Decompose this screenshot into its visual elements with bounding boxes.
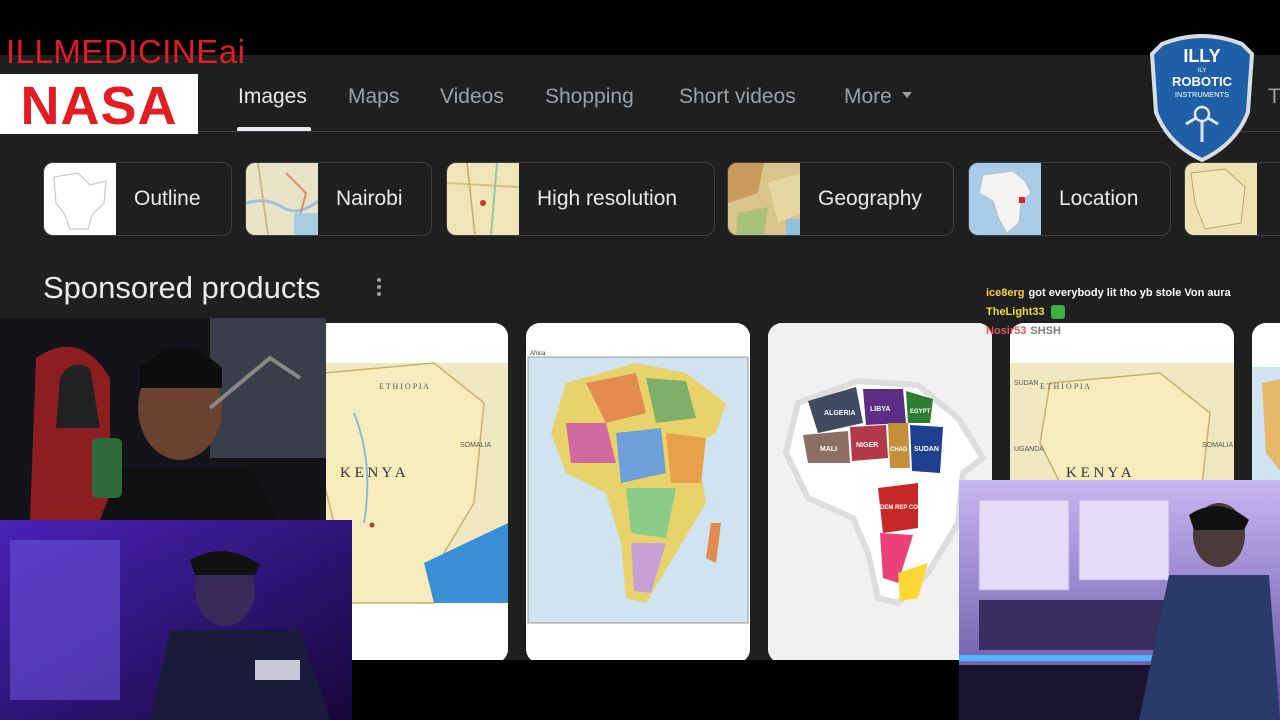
ethiopia-map-label: E T H I O P I A xyxy=(379,382,429,391)
badge-top-text: ILLY xyxy=(1183,46,1220,66)
badge-line2: INSTRUMENTS xyxy=(1175,90,1229,99)
country-label: NIGER xyxy=(856,442,878,449)
tab-shopping[interactable]: Shopping xyxy=(545,85,634,109)
chip-geography[interactable]: Geography xyxy=(727,162,954,236)
chat-username: Nosir53 xyxy=(986,325,1027,337)
chat-username: ice8erg xyxy=(986,287,1025,299)
section-title: Sponsored products xyxy=(43,270,321,305)
chip-overflow[interactable] xyxy=(1184,162,1280,236)
chat-text: got everybody lit tho yb stole Von aura xyxy=(1028,287,1231,299)
chat-username: TheLight33 xyxy=(986,306,1045,318)
webcam-image-1 xyxy=(0,318,326,520)
webcam-image-2 xyxy=(0,520,352,720)
webcam-feed-3 xyxy=(959,480,1280,720)
active-tab-indicator xyxy=(237,127,311,131)
ethiopia-map-label: E T H I O P I A xyxy=(1040,382,1090,391)
chat-message: ice8erg got everybody lit tho yb stole Vo… xyxy=(986,284,1276,303)
chip-high-resolution[interactable]: High resolution xyxy=(446,162,715,236)
country-label: ALGERIA xyxy=(824,410,856,417)
kenya-map-label: K E N Y A xyxy=(340,465,406,481)
somalia-map-label: SOMALIA xyxy=(460,442,491,449)
tab-short-videos[interactable]: Short videos xyxy=(679,85,796,109)
country-label: MALI xyxy=(820,446,837,453)
chip-label: Nairobi xyxy=(336,187,403,210)
map-thumbnail xyxy=(1185,163,1257,235)
chip-nairobi[interactable]: Nairobi xyxy=(245,162,432,236)
nasa-logo-text: NASA xyxy=(20,76,177,134)
chip-label: Outline xyxy=(134,187,201,210)
stream-chat: ice8erg got everybody lit tho yb stole Vo… xyxy=(986,284,1276,341)
tab-images[interactable]: Images xyxy=(238,85,307,109)
kenya-map-label: K E N Y A xyxy=(1066,465,1132,481)
tab-overflow[interactable]: T xyxy=(1268,85,1280,109)
country-label: EGYPT xyxy=(910,409,931,415)
badge-line1: ROBOTIC xyxy=(1172,74,1233,89)
chevron-down-icon xyxy=(901,92,912,99)
kenya-outline-thumbnail xyxy=(44,163,116,235)
tab-videos[interactable]: Videos xyxy=(440,85,504,109)
emote-icon xyxy=(1050,305,1065,320)
country-label: SUDAN xyxy=(914,446,939,453)
country-label: CHAD xyxy=(890,447,908,453)
brand-watermark: ILLMEDICINEai xyxy=(6,33,246,70)
webcam-image-3 xyxy=(959,480,1280,720)
nasa-logo-graphic: NASA xyxy=(20,76,177,136)
chat-message: TheLight33 xyxy=(986,303,1276,322)
chat-text: SHSH xyxy=(1030,325,1061,337)
africa-map-title: Africa xyxy=(530,351,546,357)
chip-label: Location xyxy=(1059,187,1139,210)
tab-more-label: More xyxy=(844,85,892,108)
chat-message: Nosir53 SHSH xyxy=(986,322,1276,341)
nasa-logo: NASA xyxy=(0,74,198,136)
chip-label: Geography xyxy=(818,187,922,210)
chip-outline[interactable]: Outline xyxy=(43,162,232,236)
sudan-map-label: SUDAN xyxy=(1014,380,1039,387)
webcam-feed-2 xyxy=(0,520,352,720)
illy-robotic-instruments-badge: ILLY ILY ROBOTIC INSTRUMENTS xyxy=(1149,34,1255,162)
tab-more[interactable]: More xyxy=(844,85,912,109)
uganda-map-label: UGANDA xyxy=(1014,446,1044,453)
somalia-map-label: SOMALIA xyxy=(1202,442,1233,449)
product-card-africa-political-map[interactable]: Africa xyxy=(526,323,750,660)
tab-maps[interactable]: Maps xyxy=(348,85,399,109)
more-options-icon[interactable] xyxy=(375,278,383,298)
country-label: LIBYA xyxy=(870,406,890,413)
chip-label: High resolution xyxy=(537,187,678,210)
geography-map-thumbnail xyxy=(728,163,800,235)
high-resolution-map-thumbnail xyxy=(447,163,519,235)
webcam-feed-1 xyxy=(0,318,326,520)
country-label: DEM REP CONGO xyxy=(880,505,932,511)
location-map-thumbnail xyxy=(969,163,1041,235)
nairobi-map-thumbnail xyxy=(246,163,318,235)
africa-political-map-image: Africa xyxy=(526,323,750,660)
chip-location[interactable]: Location xyxy=(968,162,1171,236)
